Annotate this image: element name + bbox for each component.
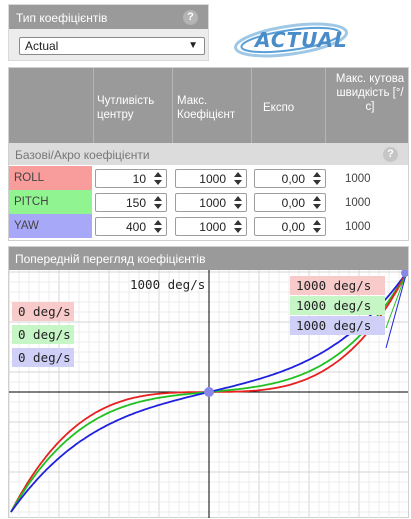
- live-rate-yaw: 0 deg/s: [12, 348, 74, 367]
- max-rate-input-roll[interactable]: 1000: [175, 169, 247, 188]
- rates-table: Чутливість центру Макс. Коефіцієнт Експо…: [8, 67, 409, 241]
- max-rate-input-pitch[interactable]: 1000: [175, 193, 247, 212]
- center-sensitivity-input-pitch[interactable]: 150: [95, 193, 167, 212]
- axis-label-pitch: PITCH: [9, 190, 92, 214]
- spinner-icon[interactable]: [153, 195, 162, 210]
- max-rate-input-yaw[interactable]: 1000: [175, 217, 247, 236]
- rate-row-pitch: PITCH 150 1000 0,00 1000: [9, 190, 408, 214]
- axis-label-yaw: YAW: [9, 214, 92, 238]
- section-label: Базові/Акро коефіцієнти ?: [9, 143, 408, 165]
- rate-row-roll: ROLL 10 1000 0,00 1000: [9, 166, 408, 190]
- rate-row-yaw: YAW 400 1000 0,00 1000: [9, 214, 408, 238]
- rates-type-title: Тип коефіцієнтів: [16, 11, 108, 25]
- spinner-icon[interactable]: [233, 219, 242, 234]
- spinner-icon[interactable]: [233, 195, 242, 210]
- max-velocity-pitch: 1000: [345, 197, 371, 209]
- rates-type-header: Тип коефіцієнтів ?: [9, 5, 208, 29]
- max-velocity-roll: 1000: [345, 173, 371, 185]
- expo-input-pitch[interactable]: 0,00: [254, 193, 326, 212]
- spinner-icon[interactable]: [312, 195, 321, 210]
- header-max-velocity: Макс. кутова швидкість [°/с]: [325, 68, 408, 143]
- rates-type-panel: Тип коефіцієнтів ? Actual ▼: [8, 4, 209, 61]
- stick-position-marker: [204, 387, 214, 397]
- header-center-sensitivity: Чутливість центру: [93, 68, 172, 143]
- header-max-rate: Макс. Коефіцієнт: [172, 68, 251, 143]
- help-icon[interactable]: ?: [383, 147, 398, 162]
- table-header: Чутливість центру Макс. Коефіцієнт Експо…: [9, 68, 408, 143]
- live-rate-pitch: 0 deg/s: [12, 325, 74, 344]
- center-sensitivity-input-roll[interactable]: 10: [95, 169, 167, 188]
- expo-input-yaw[interactable]: 0,00: [254, 217, 326, 236]
- help-icon[interactable]: ?: [183, 10, 198, 25]
- spinner-icon[interactable]: [153, 171, 162, 186]
- rates-type-selected: Actual: [25, 39, 59, 53]
- preview-title: Попередній перегляд коефіцієнтів: [9, 247, 408, 270]
- header-expo: Експо: [251, 68, 325, 143]
- spinner-icon[interactable]: [153, 219, 162, 234]
- center-sensitivity-input-yaw[interactable]: 400: [95, 217, 167, 236]
- axis-label-roll: ROLL: [9, 166, 92, 190]
- rates-type-select[interactable]: Actual ▼: [19, 37, 205, 55]
- chevron-down-icon: ▼: [188, 40, 198, 51]
- actual-rates-logo: ACTUAL: [234, 22, 348, 58]
- curve-label-roll: 1000 deg/s: [290, 276, 385, 295]
- max-point-marker: [401, 270, 408, 277]
- max-velocity-yaw: 1000: [345, 221, 371, 233]
- spinner-icon[interactable]: [233, 171, 242, 186]
- expo-input-roll[interactable]: 0,00: [254, 169, 326, 188]
- rates-preview-panel: Попередній перегляд коефіцієнтів 1000 de…: [8, 246, 409, 518]
- curve-label-yaw: 1000 deg/s: [290, 316, 385, 335]
- live-rate-roll: 0 deg/s: [12, 302, 74, 321]
- curve-label-pitch: 1000 deg/s: [290, 296, 385, 315]
- max-rate-label: 1000 deg/s: [130, 277, 206, 292]
- spinner-icon[interactable]: [312, 219, 321, 234]
- svg-text:ACTUAL: ACTUAL: [253, 28, 348, 52]
- spinner-icon[interactable]: [312, 171, 321, 186]
